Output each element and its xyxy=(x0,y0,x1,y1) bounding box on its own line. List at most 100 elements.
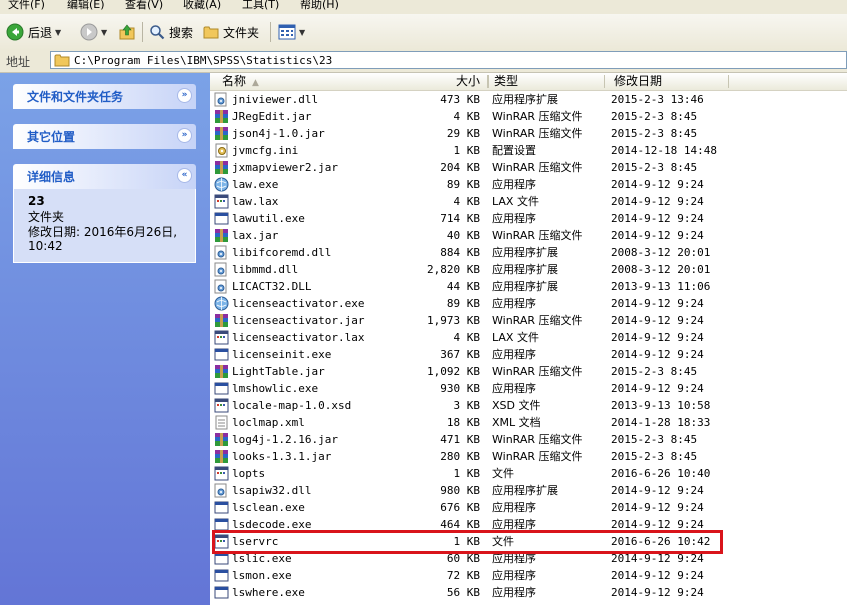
file-name: LightTable.jar xyxy=(232,365,325,378)
file-row[interactable]: log4j-1.2.16.jar 471 KB WinRAR 压缩文件 2015-2-… xyxy=(210,431,847,448)
file-row[interactable]: JRegEdit.jar 4 KB WinRAR 压缩文件 2015-2-3 8:45 xyxy=(210,108,847,125)
file-size: 3 KB xyxy=(453,399,481,412)
file-row[interactable]: jvmcfg.ini 1 KB 配置设置 2014-12-18 14:48 xyxy=(210,142,847,159)
file-row[interactable]: lsclean.exe 676 KB 应用程序 2014-9-12 9:24 xyxy=(210,499,847,516)
details-panel-header[interactable]: 详细信息 « xyxy=(13,164,196,189)
column-header-size[interactable]: 大小 xyxy=(456,73,480,90)
file-name: licenseinit.exe xyxy=(232,348,332,361)
file-row[interactable]: lservrc 1 KB 文件 2016-6-26 10:42 xyxy=(210,533,847,550)
file-row[interactable]: libifcoremd.dll 884 KB 应用程序扩展 2008-3-12 20:… xyxy=(210,244,847,261)
toolbar-separator xyxy=(270,22,271,42)
file-size: 56 KB xyxy=(446,586,480,599)
file-row[interactable]: lslic.exe 60 KB 应用程序 2014-9-12 9:24 xyxy=(210,550,847,567)
file-row[interactable]: json4j-1.0.jar 29 KB WinRAR 压缩文件 2015-2-3 8… xyxy=(210,125,847,142)
file-modified-date: 2014-9-12 9:24 xyxy=(611,348,704,361)
file-row[interactable]: lopts 1 KB 文件 2016-6-26 10:40 xyxy=(210,465,847,482)
sort-ascending-icon: ▲ xyxy=(252,78,259,88)
collapse-chevron-icon[interactable]: « xyxy=(177,168,192,183)
file-type: 文件 xyxy=(492,467,514,480)
expand-chevron-icon[interactable]: » xyxy=(177,128,192,143)
file-row[interactable]: LightTable.jar 1,092 KB WinRAR 压缩文件 2015-2-… xyxy=(210,363,847,380)
file-row[interactable]: locale-map-1.0.xsd 3 KB XSD 文件 2013-9-13 10… xyxy=(210,397,847,414)
column-divider[interactable] xyxy=(488,75,489,88)
file-tasks-panel-header[interactable]: 文件和文件夹任务 » xyxy=(13,84,196,109)
forward-button[interactable]: ▼ xyxy=(80,21,107,43)
file-type: 应用程序 xyxy=(492,552,536,565)
other-places-title: 其它位置 xyxy=(27,130,76,144)
file-size: 473 KB xyxy=(440,93,480,106)
file-size: 89 KB xyxy=(446,178,480,191)
file-row[interactable]: licenseactivator.lax 4 KB LAX 文件 2014-9-12 … xyxy=(210,329,847,346)
menu-view[interactable]: 查看(V) xyxy=(125,0,163,12)
menu-help[interactable]: 帮助(H) xyxy=(300,0,339,12)
file-size: 1 KB xyxy=(453,467,481,480)
other-places-panel-header[interactable]: 其它位置 » xyxy=(13,124,196,149)
file-type: XML 文档 xyxy=(492,416,541,429)
file-row[interactable]: lax.jar 40 KB WinRAR 压缩文件 2014-9-12 9:24 xyxy=(210,227,847,244)
file-row[interactable]: looks-1.3.1.jar 280 KB WinRAR 压缩文件 2015-2-3… xyxy=(210,448,847,465)
file-modified-date: 2014-9-12 9:24 xyxy=(611,518,704,531)
file-name: locale-map-1.0.xsd xyxy=(232,399,352,412)
globe-exe-icon xyxy=(214,296,229,311)
file-name: lswhere.exe xyxy=(232,586,305,599)
exe-window-icon xyxy=(214,585,229,600)
file-row[interactable]: lsapiw32.dll 980 KB 应用程序扩展 2014-9-12 9:24 xyxy=(210,482,847,499)
file-name: licenseactivator.lax xyxy=(232,331,365,344)
file-row[interactable]: law.lax 4 KB LAX 文件 2014-9-12 9:24 xyxy=(210,193,847,210)
file-row[interactable]: lswhere.exe 56 KB 应用程序 2014-9-12 9:24 xyxy=(210,584,847,601)
search-icon xyxy=(150,25,165,40)
dropdown-arrow-icon[interactable]: ▼ xyxy=(299,28,305,37)
folders-button[interactable]: 文件夹 xyxy=(203,21,259,43)
file-row[interactable]: lsmon.exe 72 KB 应用程序 2014-9-12 9:24 xyxy=(210,567,847,584)
exe-window-icon xyxy=(214,347,229,362)
file-modified-date: 2014-9-12 9:24 xyxy=(611,552,704,565)
column-header-name[interactable]: 名称 ▲ xyxy=(222,73,259,90)
address-input[interactable]: C:\Program Files\IBM\SPSS\Statistics\23 xyxy=(50,51,847,69)
file-row[interactable]: loclmap.xml 18 KB XML 文档 2014-1-28 18:33 xyxy=(210,414,847,431)
file-row[interactable]: licenseactivator.exe 89 KB 应用程序 2014-9-12 9… xyxy=(210,295,847,312)
file-row[interactable]: lawutil.exe 714 KB 应用程序 2014-9-12 9:24 xyxy=(210,210,847,227)
file-modified-date: 2014-9-12 9:24 xyxy=(611,382,704,395)
column-divider[interactable] xyxy=(728,75,729,88)
file-row[interactable]: law.exe 89 KB 应用程序 2014-9-12 9:24 xyxy=(210,176,847,193)
winrar-icon xyxy=(214,228,229,243)
file-size: 4 KB xyxy=(453,110,481,123)
column-header-type[interactable]: 类型 xyxy=(494,73,518,90)
ini-icon xyxy=(214,143,229,158)
dropdown-arrow-icon[interactable]: ▼ xyxy=(55,28,61,37)
up-folder-button[interactable] xyxy=(118,21,136,43)
file-row[interactable]: LICACT32.DLL 44 KB 应用程序扩展 2013-9-13 11:06 xyxy=(210,278,847,295)
file-row[interactable]: licenseinit.exe 367 KB 应用程序 2014-9-12 9:24 xyxy=(210,346,847,363)
menu-favorites[interactable]: 收藏(A) xyxy=(183,0,221,12)
exe-window-icon xyxy=(214,500,229,515)
menu-edit[interactable]: 编辑(E) xyxy=(67,0,105,12)
menu-tools[interactable]: 工具(T) xyxy=(242,0,279,12)
file-size: 884 KB xyxy=(440,246,480,259)
file-type: WinRAR 压缩文件 xyxy=(492,127,583,140)
search-button[interactable]: 搜索 xyxy=(149,21,193,43)
dropdown-arrow-icon[interactable]: ▼ xyxy=(101,28,107,37)
file-row[interactable]: jxmapviewer2.jar 204 KB WinRAR 压缩文件 2015-2-… xyxy=(210,159,847,176)
file-type: 应用程序 xyxy=(492,586,536,599)
file-row[interactable]: lmshowlic.exe 930 KB 应用程序 2014-9-12 9:24 xyxy=(210,380,847,397)
file-name: lslic.exe xyxy=(232,552,292,565)
expand-chevron-icon[interactable]: » xyxy=(177,88,192,103)
file-row[interactable]: jniviewer.dll 473 KB 应用程序扩展 2015-2-3 13:46 xyxy=(210,91,847,108)
file-name: lsapiw32.dll xyxy=(232,484,312,497)
dll-icon xyxy=(214,483,229,498)
file-row[interactable]: lsdecode.exe 464 KB 应用程序 2014-9-12 9:24 xyxy=(210,516,847,533)
file-size: 4 KB xyxy=(453,331,481,344)
generic-file-icon xyxy=(214,466,229,481)
file-modified-date: 2015-2-3 8:45 xyxy=(611,450,698,463)
file-row[interactable]: libmmd.dll 2,820 KB 应用程序扩展 2008-3-12 20:01 xyxy=(210,261,847,278)
column-header-modified[interactable]: 修改日期 xyxy=(614,73,662,90)
file-modified-date: 2014-9-12 9:24 xyxy=(611,178,704,191)
winrar-icon xyxy=(214,160,229,175)
column-divider[interactable] xyxy=(604,75,605,88)
menu-file[interactable]: 文件(F) xyxy=(8,0,45,12)
back-button[interactable]: 后退 ▼ xyxy=(6,21,61,43)
file-modified-date: 2015-2-3 8:45 xyxy=(611,161,698,174)
file-row[interactable]: licenseactivator.jar 1,973 KB WinRAR 压缩文件 2… xyxy=(210,312,847,329)
file-name: lsmon.exe xyxy=(232,569,292,582)
views-button[interactable]: ▼ xyxy=(278,21,305,43)
